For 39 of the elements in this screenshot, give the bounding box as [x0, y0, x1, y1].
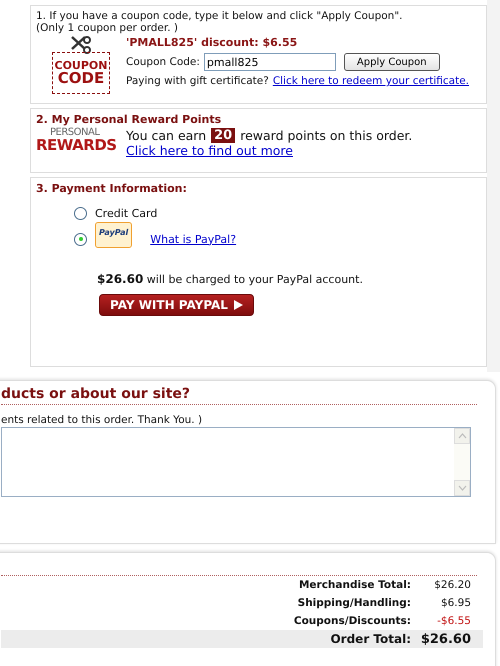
total-label: Merchandise Total:	[298, 579, 411, 591]
rewards-title: 2. My Personal Reward Points	[36, 113, 222, 126]
total-label: Coupons/Discounts:	[294, 615, 411, 627]
find-out-more-link[interactable]: Click here to find out more	[126, 143, 293, 158]
pay-with-paypal-button[interactable]: PAY WITH PAYPAL	[99, 294, 254, 316]
total-label: Shipping/Handling:	[298, 597, 411, 609]
payment-title: 3. Payment Information:	[36, 182, 188, 195]
comments-field[interactable]	[1, 427, 471, 497]
apply-coupon-button[interactable]: Apply Coupon	[344, 53, 440, 71]
redeem-link[interactable]: Click here to redeem your certificate.	[272, 75, 470, 87]
coupon-badge-top: COUPON	[54, 60, 108, 71]
coupon-badge-bottom: CODE	[58, 71, 104, 86]
points-badge: 20	[211, 128, 236, 143]
what-is-paypal-link[interactable]: What is PayPal?	[150, 232, 236, 246]
rewards-logo: PERSONAL REWARDS	[36, 128, 118, 153]
radio-button[interactable]	[74, 232, 87, 246]
radio-button[interactable]	[74, 207, 87, 220]
coupon-code-field[interactable]: pmall825	[204, 53, 336, 71]
charge-text: $26.60 will be charged to your PayPal account.	[97, 272, 364, 286]
scroll-up-icon	[454, 428, 470, 444]
paypal-badge: PayPal	[95, 222, 132, 248]
scissors-icon	[70, 36, 92, 54]
earn-text: You can earn	[126, 128, 206, 143]
scroll-down-icon	[454, 480, 470, 496]
comments-hint: ents related to this order. Thank You. )	[1, 414, 204, 426]
total-label: Order Total:	[330, 632, 411, 646]
total-value: $26.20	[433, 579, 471, 591]
total-value: $26.60	[420, 632, 471, 646]
credit-card-label: Credit Card	[95, 207, 158, 220]
discount-message: 'PMALL825' discount: $6.55	[126, 36, 298, 49]
total-value: $6.95	[440, 597, 471, 609]
earn-text: reward points on this order.	[240, 128, 412, 143]
coupon-code-label: Coupon Code:	[126, 56, 200, 68]
comments-title: ducts or about our site?	[1, 386, 477, 405]
coupon-instruction: 1. If you have a coupon code, type it below and click "Apply Coupon".	[36, 10, 404, 22]
gift-prompt: Paying with gift certificate?	[126, 75, 269, 87]
coupon-note: (Only 1 coupon per order. )	[36, 22, 180, 34]
play-icon	[234, 300, 243, 310]
total-value: -$6.55	[436, 615, 471, 627]
